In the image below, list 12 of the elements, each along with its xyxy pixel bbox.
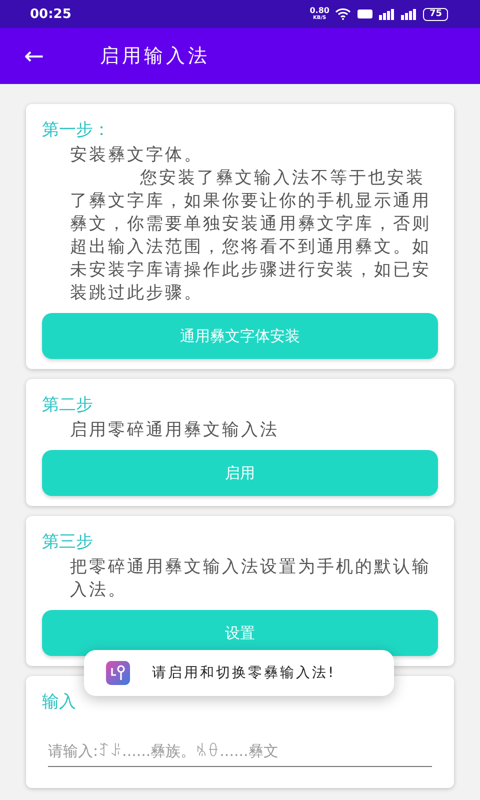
screen-title: 启用输入法 xyxy=(100,44,210,69)
step-description: 您安装了彝文输入法不等于也安装了彝文字库，如果你要让你的手机显示通用彝文，你需要单独安装通用彝文字库，否则超出输入法范围，您将看不到通用彝文。如未安装字库请操作此步骤进行安装，如已安装跳过此步骤。 xyxy=(69,167,432,305)
step-description: 把零碎通用彝文输入法设置为手机的默认输入法。 xyxy=(69,556,432,602)
input-heading: 输入 xyxy=(42,691,77,714)
toast-message: 请启用和切换零彝输入法! xyxy=(152,664,336,682)
step-heading: 第三步 xyxy=(42,531,94,554)
step-description: 安装彝文字体。 xyxy=(69,144,204,167)
step-heading: 第一步： xyxy=(42,119,111,142)
step-heading: 第二步 xyxy=(42,394,94,417)
status-time: 00:25 xyxy=(30,6,72,22)
battery-icon: 75 xyxy=(423,8,448,20)
step-description: 启用零碎通用彝文输入法 xyxy=(69,419,280,442)
